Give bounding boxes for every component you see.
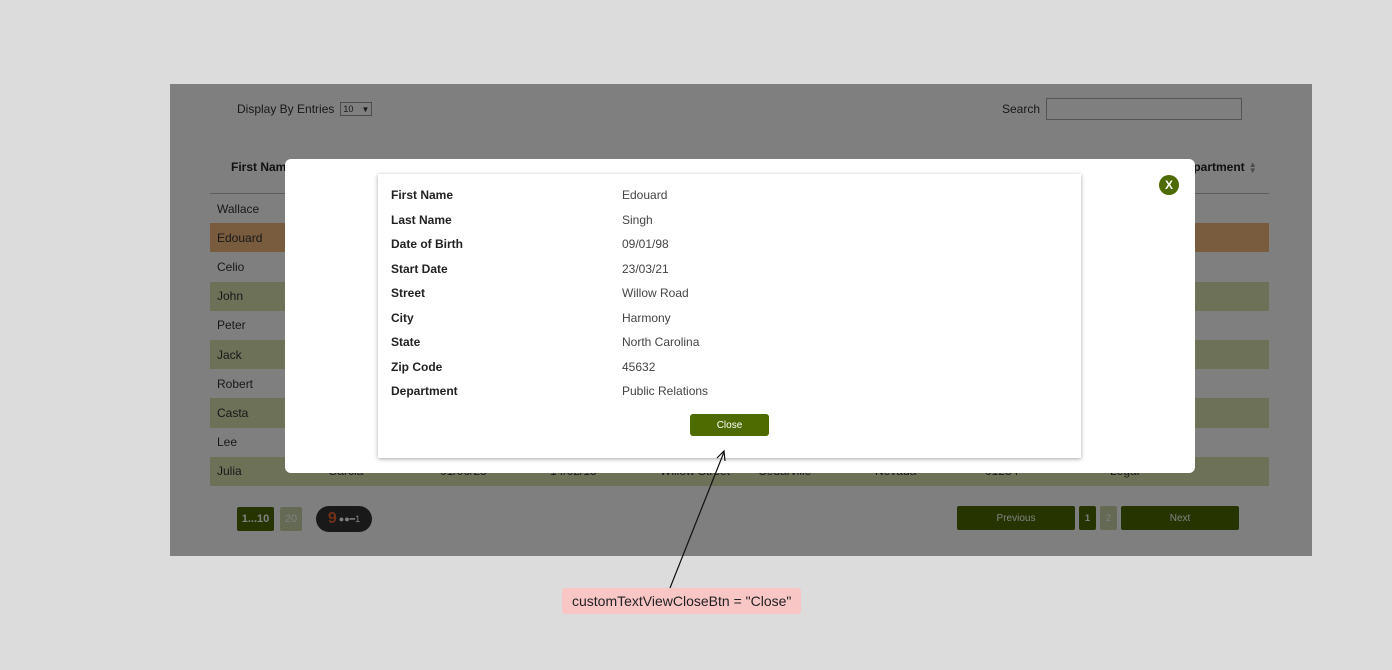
detail-value: 23/03/21 [622, 261, 669, 276]
detail-value: Harmony [622, 310, 671, 325]
detail-label: Department [391, 384, 458, 398]
detail-value: Public Relations [622, 384, 709, 398]
close-button[interactable]: Close [690, 414, 769, 436]
detail-value: Willow Road [622, 286, 689, 300]
detail-row: Department Public Relations [391, 381, 708, 401]
modal-close-x-button[interactable]: X [1159, 175, 1179, 195]
detail-row: Street Willow Road [391, 283, 689, 303]
detail-label: City [391, 310, 414, 325]
detail-value: Edouard [622, 188, 668, 202]
detail-row: Start Date 23/03/21 [391, 259, 669, 279]
detail-row: Zip Code 45632 [391, 357, 655, 377]
detail-label: Zip Code [391, 359, 443, 374]
detail-row: City Harmony [391, 308, 671, 328]
detail-row: State North Carolina [391, 332, 699, 352]
detail-row: Date of Birth 09/01/98 [391, 234, 669, 254]
detail-value: 45632 [622, 359, 656, 374]
detail-label: First Name [391, 188, 454, 202]
detail-label: Last Name [391, 212, 452, 227]
detail-label: Street [391, 286, 426, 300]
detail-label: Start Date [391, 261, 448, 276]
detail-value: Singh [622, 212, 653, 227]
detail-value: North Carolina [622, 335, 700, 349]
annotation-label: customTextViewCloseBtn = "Close" [562, 588, 802, 614]
detail-label: Date of Birth [391, 237, 463, 251]
detail-value: 09/01/98 [622, 237, 669, 251]
detail-label: State [391, 335, 421, 349]
detail-row: Last Name Singh [391, 210, 653, 230]
employee-detail-modal: X First Name Edouard Last Name Singh Date of… [285, 159, 1195, 473]
detail-row: First Name Edouard [391, 185, 667, 205]
employee-detail-card: First Name Edouard Last Name Singh Date of B… [378, 174, 1081, 458]
